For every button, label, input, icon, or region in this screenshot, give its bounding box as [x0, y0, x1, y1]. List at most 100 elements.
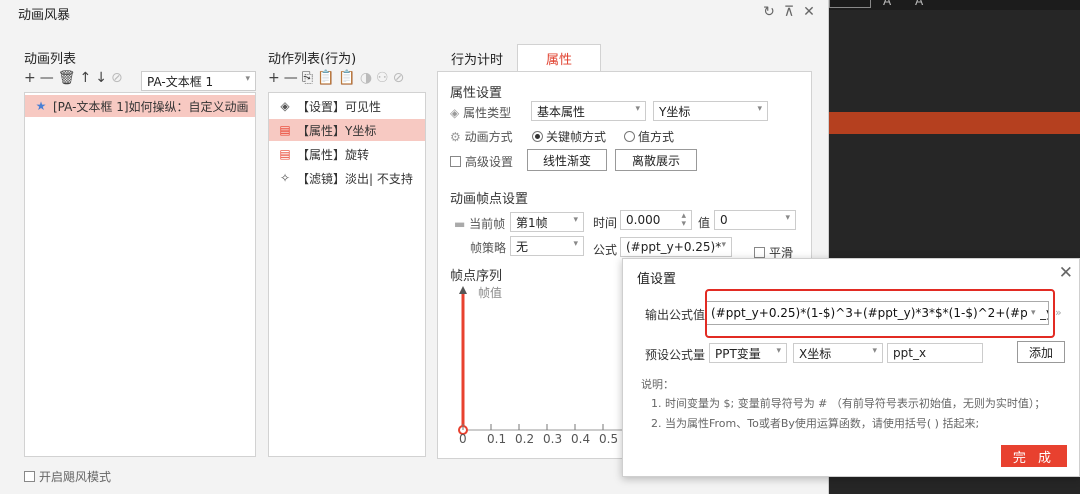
- time-spinner[interactable]: 0.000 ▴ ▾: [620, 210, 692, 230]
- frame-point-chart[interactable]: [450, 284, 630, 454]
- trash-icon[interactable]: 🗑: [58, 70, 76, 86]
- bg-top-box: [829, 0, 871, 8]
- move-down-icon[interactable]: ↓: [95, 70, 107, 86]
- y-axis-label: 帧值: [478, 286, 502, 301]
- coordinate-combo[interactable]: Y坐标 ▾: [653, 101, 768, 121]
- radio-icon: [532, 131, 543, 142]
- target-combo[interactable]: PA-文本框 1 ▾: [141, 71, 256, 91]
- action-list-toolbar: + — ⎘ 📋 📋 ◑ ⚇ ⊘: [268, 70, 404, 86]
- action-list-header: 动作列表(行为): [268, 52, 357, 67]
- x-axis-tick-label: 0.4: [571, 432, 591, 446]
- group-icon: ⚇: [376, 70, 389, 86]
- star-animation-icon: ★: [35, 99, 47, 113]
- property-type-value: 基本属性: [537, 104, 586, 119]
- add-action-icon[interactable]: +: [268, 70, 280, 86]
- x-axis-tick-label: 0.5: [599, 432, 619, 446]
- chevron-down-icon: ▾: [785, 213, 790, 223]
- anim-list-item[interactable]: ★ [PA-文本框 1]如何操纵：自定义动画: [25, 95, 255, 117]
- frame-combo[interactable]: 第1帧 ▾: [510, 212, 584, 232]
- hurricane-mode-checkbox[interactable]: 开启飓风模式: [24, 468, 111, 485]
- animation-mode-row: ⚙ 动画方式: [450, 128, 513, 145]
- action-item-label: 【设置】可见性: [297, 99, 382, 114]
- section-frame-settings: 动画帧点设置: [450, 192, 529, 207]
- radio-value-label: 值方式: [638, 130, 675, 144]
- remove-action-icon[interactable]: —: [284, 70, 298, 86]
- value-value: 0: [720, 213, 728, 227]
- paste-special-icon[interactable]: 📋: [338, 70, 355, 86]
- x-axis-tick-label: 0.2: [515, 432, 535, 446]
- linear-gradient-button[interactable]: 线性渐变: [527, 149, 607, 171]
- bg-orange-band: [829, 112, 1080, 134]
- checkbox-icon: [24, 471, 35, 482]
- add-icon[interactable]: +: [24, 70, 36, 86]
- radio-value-mode[interactable]: 值方式: [624, 128, 674, 145]
- anim-list-item-label: [PA-文本框 1]如何操纵：自定义动画: [53, 99, 249, 114]
- add-preset-button[interactable]: 添加: [1017, 341, 1065, 363]
- action-item-fade[interactable]: ✧ 【滤镜】淡出| 不支持: [269, 167, 425, 189]
- preset-var-value: X坐标: [799, 346, 832, 361]
- y-axis-arrow: [459, 286, 467, 294]
- action-item-rotation[interactable]: ▤ 【属性】旋转: [269, 143, 425, 165]
- output-formula-label: 输出公式值: [645, 308, 706, 322]
- formula-combo[interactable]: (#ppt_y+0.25)* ▾: [620, 237, 732, 257]
- gear-icon: ⚙: [450, 130, 461, 144]
- preset-name-value: ppt_x: [893, 346, 927, 360]
- discrete-display-button[interactable]: 离散展示: [615, 149, 697, 171]
- done-button[interactable]: 完 成: [1001, 445, 1067, 467]
- radio-keyframe[interactable]: 关键帧方式: [532, 128, 606, 145]
- dialog-title: 动画风暴: [18, 8, 71, 23]
- action-item-y-coord[interactable]: ▤ 【属性】Y坐标: [269, 119, 425, 141]
- strategy-value: 无: [516, 239, 529, 254]
- value-settings-popup: 值设置 ✕ 输出公式值 (#ppt_y+0.25)*(1-$)^3+(#ppt_…: [622, 258, 1080, 477]
- chevron-down-icon: ▾: [573, 215, 578, 225]
- popup-close-icon[interactable]: ✕: [1059, 263, 1073, 283]
- tab-properties[interactable]: 属性: [517, 44, 602, 72]
- time-value: 0.000: [626, 213, 661, 227]
- coordinate-value: Y坐标: [659, 104, 691, 119]
- x-axis-ticks: [462, 424, 604, 430]
- current-frame-row: ▬ 当前帧: [454, 215, 505, 232]
- tab-bar: 行为计时 属性: [437, 44, 602, 72]
- close-icon[interactable]: ✕: [802, 4, 816, 20]
- preset-source-combo[interactable]: PPT变量 ▾: [709, 343, 787, 363]
- expand-chevrons-icon[interactable]: »: [1055, 306, 1062, 319]
- notes-title: 说明：: [641, 378, 674, 391]
- minus-icon[interactable]: —: [40, 70, 54, 86]
- property-type-label: 属性类型: [463, 106, 512, 120]
- pin-icon[interactable]: ⊼: [782, 4, 796, 20]
- value-combo[interactable]: 0 ▾: [714, 210, 796, 230]
- eye-icon: ◈: [280, 99, 290, 113]
- refresh-icon[interactable]: ↻: [762, 4, 776, 20]
- bg-font-size-icons: A A: [883, 0, 934, 8]
- property-type-row: ◈ 属性类型: [450, 104, 511, 121]
- wand-icon: ✧: [279, 171, 291, 185]
- checkbox-icon: [450, 156, 461, 167]
- animation-mode-label: 动画方式: [464, 130, 513, 144]
- strategy-label: 帧策略: [470, 241, 507, 255]
- anim-list-panel: ★ [PA-文本框 1]如何操纵：自定义动画: [24, 92, 256, 457]
- move-up-icon[interactable]: ↑: [80, 70, 92, 86]
- chevron-down-icon: ▾: [573, 239, 578, 249]
- paste-icon[interactable]: 📋: [317, 70, 334, 86]
- preset-name-input[interactable]: ppt_x: [887, 343, 983, 363]
- anim-list-header: 动画列表: [24, 52, 77, 67]
- note-line-1: 1. 时间变量为 $; 变量前导符号为 # （有前导符号表示初始值，无则为实时值…: [651, 397, 1046, 410]
- x-axis-tick-label: 0.3: [543, 432, 563, 446]
- frame-value: 第1帧: [516, 215, 548, 230]
- popup-title: 值设置: [637, 272, 677, 287]
- strategy-combo[interactable]: 无 ▾: [510, 236, 584, 256]
- radio-keyframe-label: 关键帧方式: [546, 130, 607, 144]
- action-item-visibility[interactable]: ◈ 【设置】可见性: [269, 95, 425, 117]
- property-type-combo[interactable]: 基本属性 ▾: [531, 101, 646, 121]
- current-frame-label: 当前帧: [469, 217, 506, 231]
- chevron-down-icon: ▾: [721, 240, 726, 250]
- advanced-label: 高级设置: [465, 155, 514, 169]
- formula-label: 公式: [593, 243, 618, 257]
- chevron-down-icon: ▾: [245, 74, 250, 84]
- formula-value: (#ppt_y+0.25)*: [626, 240, 722, 254]
- advanced-row[interactable]: 高级设置: [450, 153, 513, 170]
- preset-source-value: PPT变量: [715, 346, 761, 361]
- tab-timing[interactable]: 行为计时: [437, 44, 517, 72]
- copy-icon[interactable]: ⎘: [302, 70, 313, 86]
- preset-var-combo[interactable]: X坐标 ▾: [793, 343, 883, 363]
